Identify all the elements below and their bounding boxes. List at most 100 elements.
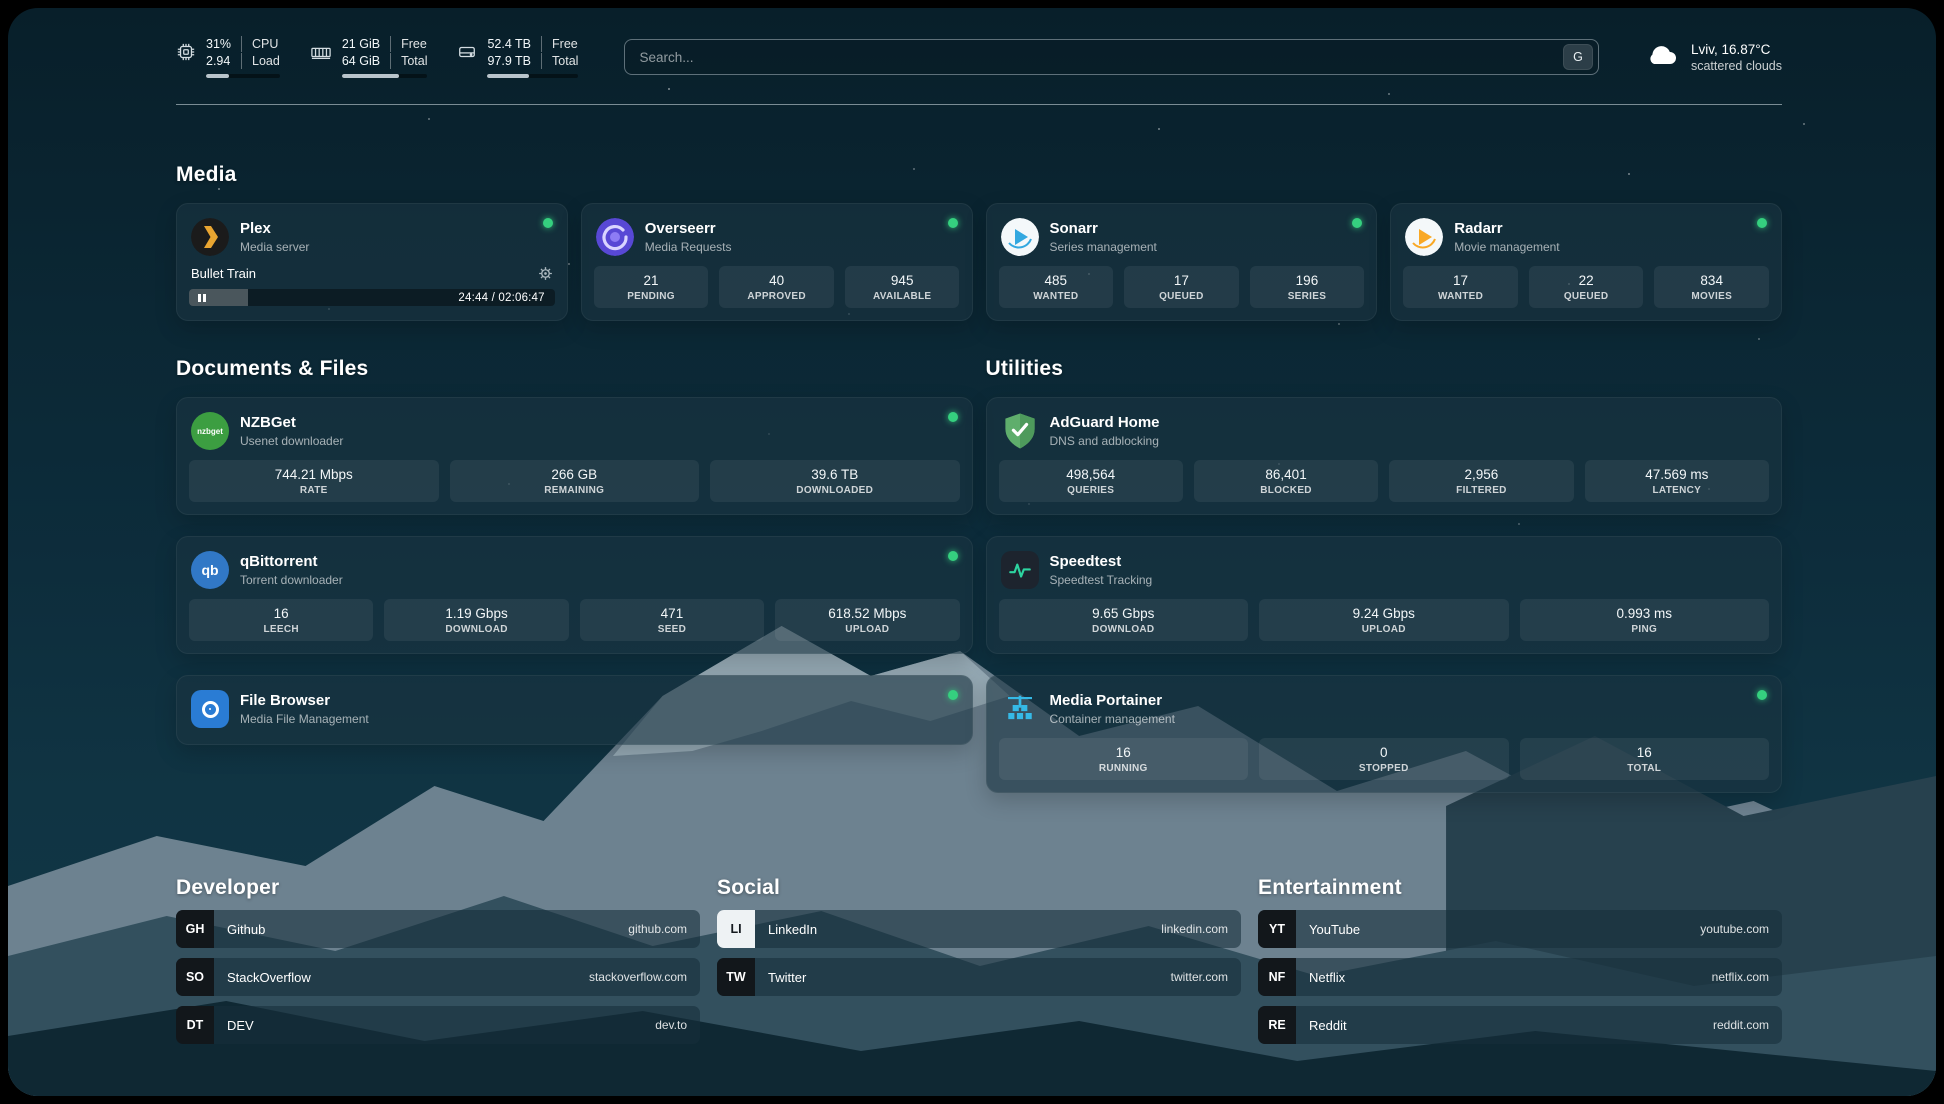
overseerr-icon — [596, 218, 634, 256]
app-name: AdGuard Home — [1050, 414, 1160, 432]
stat-upload: 9.24 GbpsUPLOAD — [1259, 599, 1509, 641]
status-online-dot — [948, 218, 958, 228]
app-card-radarr[interactable]: Radarr Movie management 17WANTED 22QUEUE… — [1390, 203, 1782, 321]
playback-time: 24:44 / 02:06:47 — [458, 292, 544, 304]
search-input[interactable] — [639, 50, 1563, 65]
ram-free: 21 GiB — [342, 36, 390, 52]
qbittorrent-icon: qb — [191, 551, 229, 589]
app-card-overseerr[interactable]: Overseerr Media Requests 21PENDING 40APP… — [581, 203, 973, 321]
app-subtitle: Series management — [1050, 240, 1157, 254]
app-card-speedtest[interactable]: Speedtest Speedtest Tracking 9.65 GbpsDO… — [986, 536, 1783, 654]
cpu-load: 2.94 — [206, 53, 241, 69]
stackoverflow-icon: SO — [176, 958, 214, 996]
disk-icon — [457, 42, 477, 67]
app-name: Sonarr — [1050, 220, 1157, 238]
app-name: NZBGet — [240, 414, 343, 432]
stat-total: 16TOTAL — [1520, 738, 1770, 780]
cpu-load-label: Load — [241, 53, 280, 69]
section-title-social: Social — [717, 876, 1241, 900]
header-divider — [176, 104, 1782, 105]
stat-queued: 22QUEUED — [1529, 266, 1644, 308]
app-subtitle: Movie management — [1454, 240, 1559, 254]
app-card-plex[interactable]: Plex Media server Bullet Train 24: — [176, 203, 568, 321]
app-name: Overseerr — [645, 220, 732, 238]
stat-remaining: 266 GBREMAINING — [450, 460, 700, 502]
ram-free-label: Free — [390, 36, 427, 52]
playback-progress-bar: 24:44 / 02:06:47 — [189, 289, 555, 306]
media-grid: Plex Media server Bullet Train 24: — [176, 203, 1782, 321]
app-card-filebrowser[interactable]: File Browser Media File Management — [176, 675, 973, 745]
stat-filtered: 2,956FILTERED — [1389, 460, 1573, 502]
stat-download: 9.65 GbpsDOWNLOAD — [999, 599, 1249, 641]
stat-stopped: 0STOPPED — [1259, 738, 1509, 780]
bookmark-netflix[interactable]: NF Netflix netflix.com — [1258, 958, 1782, 996]
app-name: Radarr — [1454, 220, 1559, 238]
app-name: File Browser — [240, 692, 369, 710]
disk-total-label: Total — [541, 53, 578, 69]
status-online-dot — [948, 551, 958, 561]
app-name: qBittorrent — [240, 553, 343, 571]
entertainment-links: Entertainment YT YouTube youtube.com NF … — [1258, 876, 1782, 1044]
section-title-documents: Documents & Files — [176, 357, 973, 381]
plex-icon — [191, 218, 229, 256]
app-card-sonarr[interactable]: Sonarr Series management 485WANTED 17QUE… — [986, 203, 1378, 321]
status-online-dot — [948, 690, 958, 700]
cpu-percent: 31% — [206, 36, 241, 52]
app-name: Media Portainer — [1050, 692, 1175, 710]
adguard-icon — [1001, 412, 1039, 450]
speedtest-icon — [1001, 551, 1039, 589]
social-links: Social LI LinkedIn linkedin.com TW Twitt… — [717, 876, 1241, 1044]
radarr-icon — [1405, 218, 1443, 256]
bookmark-dev[interactable]: DT DEV dev.to — [176, 1006, 700, 1044]
netflix-icon: NF — [1258, 958, 1296, 996]
app-card-adguard[interactable]: AdGuard Home DNS and adblocking 498,564Q… — [986, 397, 1783, 515]
github-icon: GH — [176, 910, 214, 948]
documents-column: Documents & Files nzbget NZBGet Usenet d… — [176, 357, 973, 814]
ram-widget: 21 GiB Free 64 GiB Total — [310, 36, 428, 78]
stat-queries: 498,564QUERIES — [999, 460, 1183, 502]
app-card-nzbget[interactable]: nzbget NZBGet Usenet downloader 744.21 M… — [176, 397, 973, 515]
app-card-qbittorrent[interactable]: qb qBittorrent Torrent downloader 16LEEC… — [176, 536, 973, 654]
ram-icon — [310, 42, 332, 67]
section-title-developer: Developer — [176, 876, 700, 900]
stat-available: 945AVAILABLE — [845, 266, 960, 308]
weather-widget: Lviv, 16.87°C scattered clouds — [1645, 42, 1782, 73]
cpu-label: CPU — [241, 36, 280, 52]
filebrowser-icon — [191, 690, 229, 728]
utilities-column: Utilities AdGuard Home DNS and — [986, 357, 1783, 814]
reddit-icon: RE — [1258, 1006, 1296, 1044]
cpu-widget: 31% CPU 2.94 Load — [176, 36, 280, 78]
section-title-utilities: Utilities — [986, 357, 1783, 381]
stat-approved: 40APPROVED — [719, 266, 834, 308]
cpu-chip-icon — [176, 42, 196, 67]
search-bar: G — [624, 39, 1599, 75]
now-playing-title: Bullet Train — [191, 266, 256, 281]
pause-icon — [198, 294, 206, 302]
bookmark-reddit[interactable]: RE Reddit reddit.com — [1258, 1006, 1782, 1044]
developer-links: Developer GH Github github.com SO StackO… — [176, 876, 700, 1044]
stat-running: 16RUNNING — [999, 738, 1249, 780]
app-subtitle: Container management — [1050, 712, 1175, 726]
gear-icon[interactable] — [538, 266, 553, 281]
weather-location-temp: Lviv, 16.87°C — [1691, 42, 1782, 57]
twitter-icon: TW — [717, 958, 755, 996]
ram-usage-bar — [342, 74, 428, 78]
cpu-usage-bar — [206, 74, 280, 78]
stat-wanted: 17WANTED — [1403, 266, 1518, 308]
search-engine-button[interactable]: G — [1563, 44, 1593, 70]
disk-free: 52.4 TB — [487, 36, 541, 52]
app-name: Speedtest — [1050, 553, 1153, 571]
bookmark-github[interactable]: GH Github github.com — [176, 910, 700, 948]
stat-queued: 17QUEUED — [1124, 266, 1239, 308]
bookmark-youtube[interactable]: YT YouTube youtube.com — [1258, 910, 1782, 948]
app-name: Plex — [240, 220, 309, 238]
app-subtitle: Media server — [240, 240, 309, 254]
stat-download: 1.19 GbpsDOWNLOAD — [384, 599, 568, 641]
stat-ping: 0.993 msPING — [1520, 599, 1770, 641]
app-card-portainer[interactable]: Media Portainer Container management 16R… — [986, 675, 1783, 793]
status-online-dot — [543, 218, 553, 228]
bookmark-stackoverflow[interactable]: SO StackOverflow stackoverflow.com — [176, 958, 700, 996]
bookmark-twitter[interactable]: TW Twitter twitter.com — [717, 958, 1241, 996]
bookmark-linkedin[interactable]: LI LinkedIn linkedin.com — [717, 910, 1241, 948]
youtube-icon: YT — [1258, 910, 1296, 948]
